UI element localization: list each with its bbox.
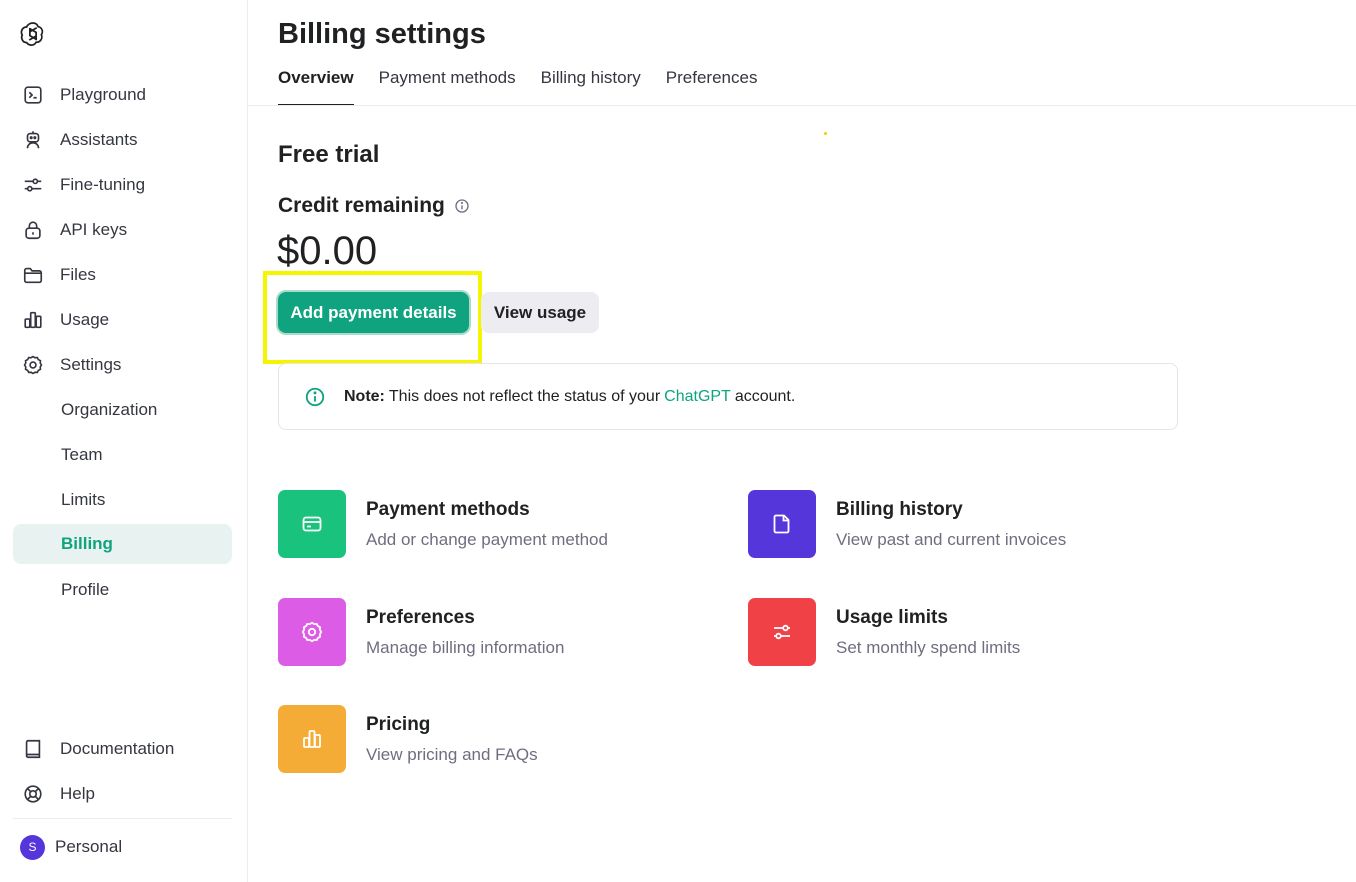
- sidebar-item-usage[interactable]: Usage: [13, 300, 232, 340]
- card-title: Usage limits: [836, 606, 948, 628]
- card-preferences[interactable]: Preferences Manage billing information: [278, 598, 678, 666]
- sidebar-item-billing[interactable]: Billing: [13, 524, 232, 564]
- avatar: S: [20, 834, 45, 860]
- info-circle-icon: [305, 387, 325, 406]
- sidebar-item-api-keys[interactable]: API keys: [13, 210, 232, 250]
- credit-card-icon: [278, 490, 346, 558]
- credit-value: $0.00: [277, 229, 378, 273]
- sidebar-item-settings[interactable]: Settings: [13, 345, 232, 385]
- tab-payment-methods[interactable]: Payment methods: [379, 62, 516, 106]
- tab-billing-history[interactable]: Billing history: [541, 62, 641, 106]
- account-switcher[interactable]: S Personal: [20, 832, 122, 862]
- card-payment-methods[interactable]: Payment methods Add or change payment me…: [278, 490, 678, 558]
- cursor-dot: [824, 132, 827, 135]
- sidebar-item-label: Limits: [61, 490, 106, 509]
- book-icon: [21, 737, 45, 761]
- account-label: Personal: [55, 837, 123, 856]
- credit-label-text: Credit remaining: [278, 194, 445, 217]
- sidebar-item-organization[interactable]: Organization: [13, 390, 232, 430]
- document-icon: [748, 490, 816, 558]
- card-desc: Add or change payment method: [366, 529, 608, 549]
- card-desc: View past and current invoices: [836, 529, 1067, 549]
- view-usage-button[interactable]: View usage: [481, 292, 599, 333]
- card-title: Pricing: [366, 713, 431, 735]
- bar-chart-icon: [278, 705, 346, 773]
- sliders-icon: [21, 173, 45, 197]
- note-label: Note:: [344, 387, 385, 405]
- tab-preferences[interactable]: Preferences: [666, 62, 758, 106]
- sidebar-item-label: Team: [61, 445, 103, 464]
- chatgpt-link[interactable]: ChatGPT: [664, 388, 731, 406]
- sidebar-item-label: Fine-tuning: [60, 175, 146, 194]
- sidebar: Playground Assistants Fine-tuning API ke…: [0, 0, 248, 882]
- tab-overview[interactable]: Overview: [278, 62, 354, 106]
- card-desc: Manage billing information: [366, 637, 565, 657]
- sidebar-item-label: Profile: [61, 580, 110, 599]
- plan-title: Free trial: [278, 141, 380, 168]
- sidebar-item-label: Assistants: [60, 130, 138, 149]
- sidebar-item-team[interactable]: Team: [13, 435, 232, 475]
- sidebar-item-label: Organization: [61, 400, 158, 419]
- sidebar-item-playground[interactable]: Playground: [13, 75, 232, 115]
- sidebar-item-fine-tuning[interactable]: Fine-tuning: [13, 165, 232, 205]
- sidebar-item-label: API keys: [60, 220, 128, 239]
- card-desc: Set monthly spend limits: [836, 637, 1021, 657]
- gear-icon: [21, 353, 45, 377]
- add-payment-details-button[interactable]: Add payment details: [278, 292, 469, 333]
- card-title: Billing history: [836, 498, 963, 520]
- sidebar-item-label: Help: [60, 784, 95, 803]
- tab-bar: Overview Payment methods Billing history…: [278, 62, 782, 106]
- sidebar-item-label: Settings: [60, 355, 122, 374]
- card-billing-history[interactable]: Billing history View past and current in…: [748, 490, 1148, 558]
- note-text: This does not reflect the status of your: [388, 387, 661, 405]
- note-text-end: account.: [734, 387, 796, 405]
- page-title: Billing settings: [278, 18, 486, 50]
- openai-logo-icon[interactable]: [18, 19, 48, 49]
- sidebar-item-limits[interactable]: Limits: [13, 480, 232, 520]
- card-usage-limits[interactable]: Usage limits Set monthly spend limits: [748, 598, 1148, 666]
- sidebar-item-profile[interactable]: Profile: [13, 570, 232, 610]
- sidebar-item-help[interactable]: Help: [13, 774, 232, 814]
- sidebar-item-label: Documentation: [60, 739, 175, 758]
- card-title: Payment methods: [366, 498, 530, 520]
- terminal-icon: [21, 83, 45, 107]
- card-pricing[interactable]: Pricing View pricing and FAQs: [278, 705, 678, 773]
- gear-icon: [278, 598, 346, 666]
- bar-chart-icon: [21, 308, 45, 332]
- sidebar-item-documentation[interactable]: Documentation: [13, 729, 232, 769]
- sidebar-item-label: Playground: [60, 85, 147, 104]
- note-banner: Note: This does not reflect the status o…: [278, 363, 1178, 430]
- robot-icon: [21, 128, 45, 152]
- credit-label: Credit remaining: [278, 194, 470, 218]
- header-divider: [248, 105, 1356, 106]
- card-title: Preferences: [366, 606, 475, 628]
- sidebar-divider: [13, 818, 232, 819]
- lifebuoy-icon: [21, 782, 45, 806]
- sidebar-item-label: Files: [60, 265, 96, 284]
- info-icon[interactable]: [454, 198, 470, 214]
- sidebar-item-assistants[interactable]: Assistants: [13, 120, 232, 160]
- folder-icon: [21, 263, 45, 287]
- sliders-icon: [748, 598, 816, 666]
- sidebar-item-files[interactable]: Files: [13, 255, 232, 295]
- lock-icon: [21, 218, 45, 242]
- card-desc: View pricing and FAQs: [366, 744, 538, 764]
- sidebar-item-label: Usage: [60, 310, 110, 329]
- sidebar-item-label: Billing: [61, 534, 113, 553]
